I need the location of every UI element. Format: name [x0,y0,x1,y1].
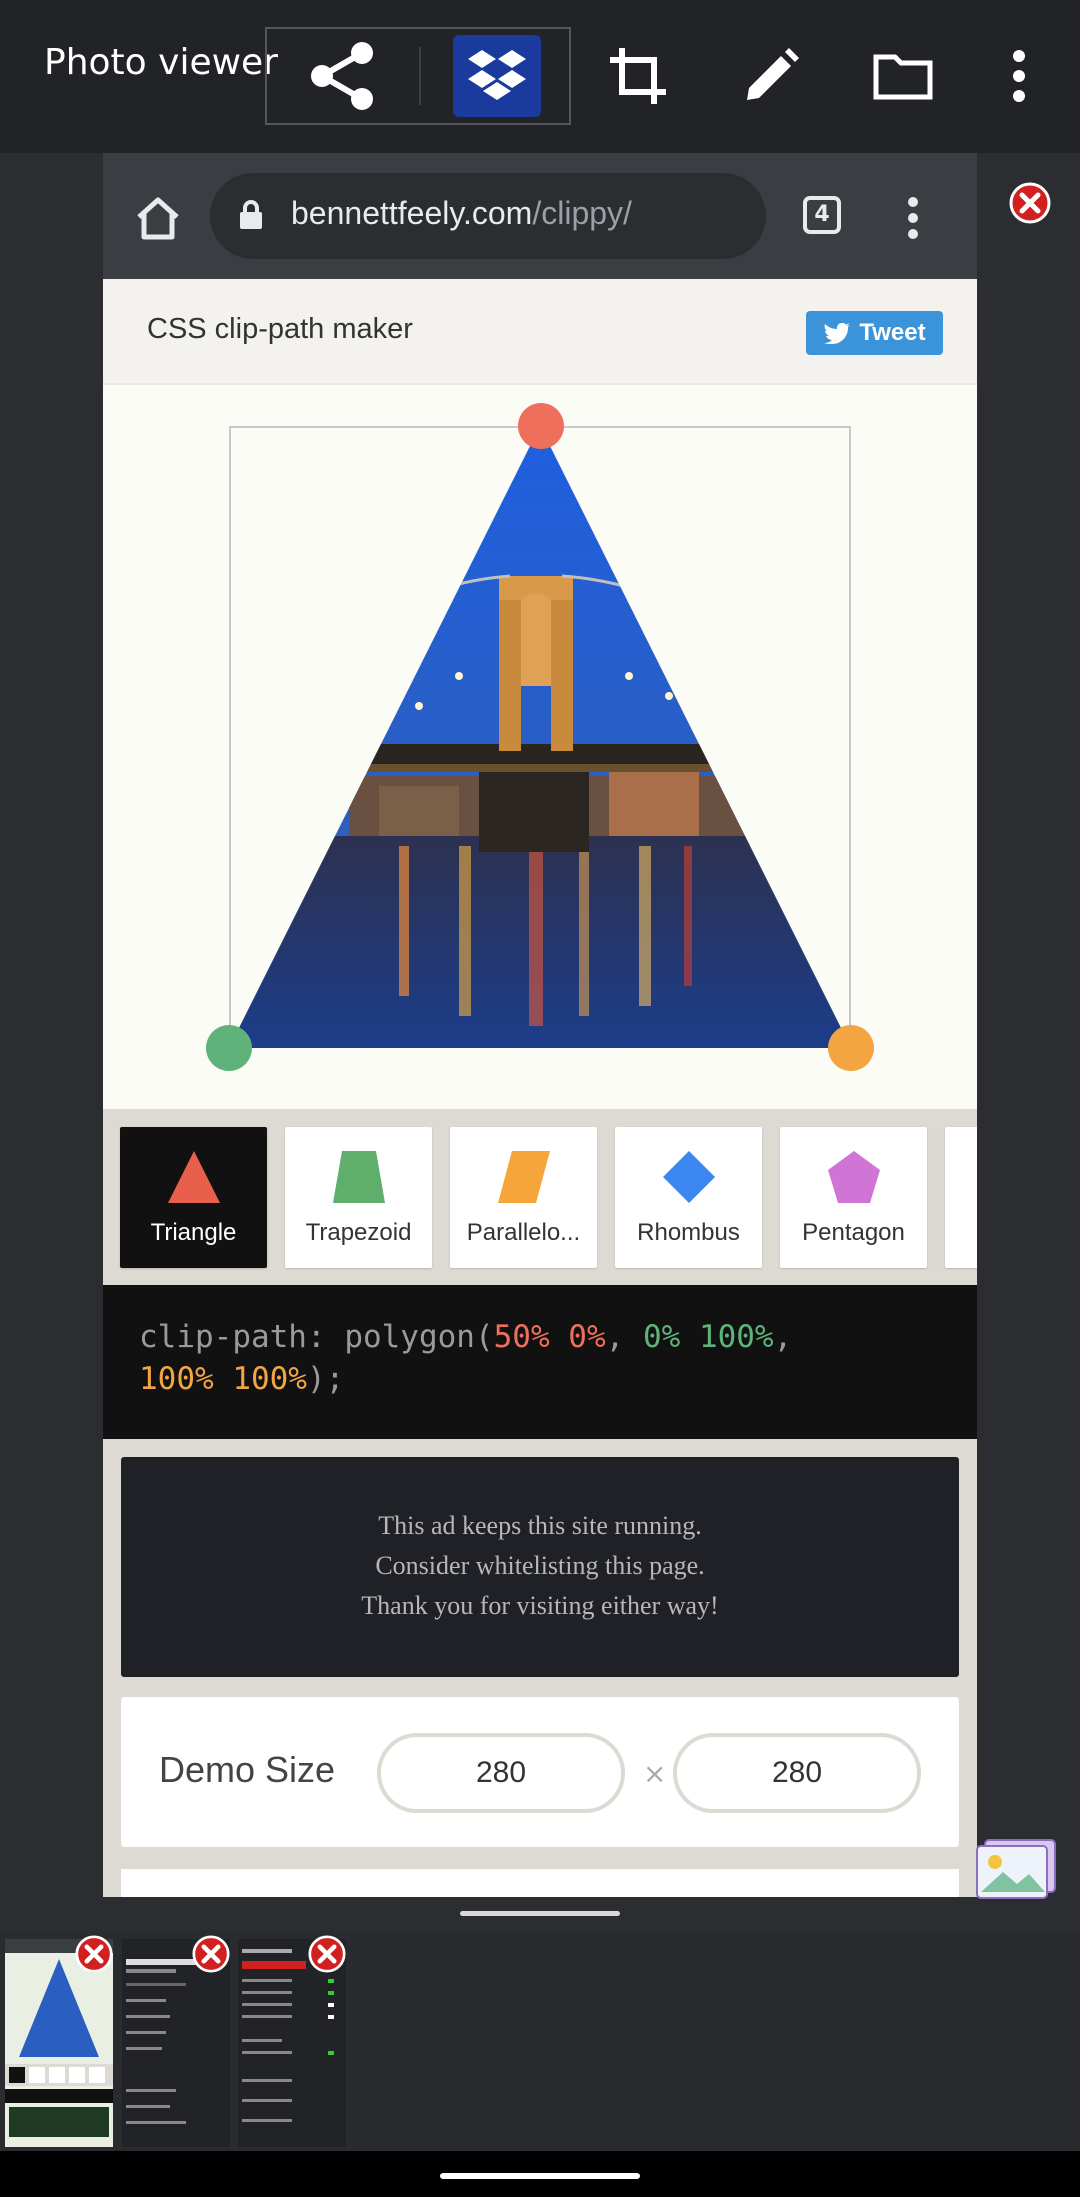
url-bar[interactable]: bennettfeely.com/clippy/ [210,173,766,259]
code-point-3: 100% 100% [139,1361,307,1397]
home-gesture-pill[interactable] [440,2173,640,2179]
lock-icon [240,200,262,229]
site-title: CSS clip-path maker [147,313,413,345]
parallelogram-shape-icon [498,1151,550,1203]
shape-card-next[interactable] [945,1127,977,1268]
home-icon [137,197,179,240]
ad-line-2: Consider whitelisting this page. [375,1551,705,1580]
polygon-handle-left[interactable] [206,1025,252,1071]
clip-path-demo [103,385,977,1109]
rhombus-shape-icon [663,1151,715,1203]
polygon-handle-right[interactable] [828,1025,874,1071]
app-title: Photo viewer [44,42,278,83]
app-more-button[interactable] [979,36,1059,116]
demo-size-panel: Demo Size 280 × 280 [121,1697,959,1847]
web-page: CSS clip-path maker Tweet Triangle Trape… [103,279,977,1897]
times-symbol: × [643,1757,667,1790]
code-point-2: 0% 100% [642,1319,774,1355]
code-line-1: clip-path: polygon(50% 0%, 0% 100%, [139,1319,792,1355]
edit-icon [747,48,799,100]
lower-section: This ad keeps this site running. Conside… [103,1439,977,1897]
shape-label: Trapezoid [305,1219,412,1246]
shape-label: Pentagon [802,1219,905,1246]
demo-height-input[interactable]: 280 [673,1733,921,1813]
share-group [265,27,571,125]
ad-notice: This ad keeps this site running. Conside… [121,1457,959,1677]
drag-handle-bar [460,1911,620,1916]
dropbox-button[interactable] [453,35,541,117]
code-line-2: 100% 100%); [139,1361,344,1397]
tab-switcher-button[interactable]: 4 [803,196,841,234]
tweet-button[interactable]: Tweet [806,311,943,355]
ad-line-3: Thank you for visiting either way! [361,1591,719,1620]
polygon-handle-top[interactable] [518,403,564,449]
trapezoid-shape-icon [333,1151,385,1203]
crop-button[interactable] [598,36,678,116]
twitter-bird-icon [824,323,851,344]
browser-toolbar: bennettfeely.com/clippy/ 4 [103,153,977,279]
pentagon-shape-icon [828,1151,880,1203]
share-button[interactable] [267,29,417,123]
shape-label: Triangle [150,1219,237,1246]
demo-size-label: Demo Size [159,1749,336,1790]
close-thumbnail-1-button[interactable] [75,1935,113,1973]
folder-button[interactable] [863,36,943,116]
url-text: bennettfeely.com/clippy/ [291,195,632,232]
shape-card-pentagon[interactable]: Pentagon [780,1127,927,1268]
more-vertical-icon [908,197,918,239]
crop-icon [610,48,666,104]
system-nav-bar [0,2151,1080,2197]
code-point-1: 50% 0% [493,1319,606,1355]
shape-label: Rhombus [637,1219,740,1246]
site-header: CSS clip-path maker Tweet [103,279,977,385]
share-icon [311,42,373,110]
folder-icon [873,54,933,100]
shapes-selector: Triangle Trapezoid Parallelo... Rhombus … [103,1109,977,1285]
sheet-drag-handle[interactable] [103,1897,977,1931]
shape-card-parallelogram[interactable]: Parallelo... [450,1127,597,1268]
edit-button[interactable] [731,36,811,116]
code-property: clip-path: [139,1319,326,1355]
css-code-output: clip-path: polygon(50% 0%, 0% 100%, 100%… [103,1285,977,1439]
more-vertical-icon [1013,50,1025,102]
close-thumbnail-3-button[interactable] [308,1935,346,1973]
home-button[interactable] [123,183,193,253]
shape-card-trapezoid[interactable]: Trapezoid [285,1127,432,1268]
tweet-label: Tweet [859,319,926,346]
shape-label: Parallelo... [466,1219,581,1246]
shape-card-triangle[interactable]: Triangle [120,1127,267,1268]
shape-card-rhombus[interactable]: Rhombus [615,1127,762,1268]
triangle-shape-icon [168,1151,220,1203]
code-close: ); [306,1361,345,1397]
gallery-button[interactable] [975,1838,1057,1900]
demo-width-input[interactable]: 280 [377,1733,625,1813]
app-toolbar: Photo viewer [0,0,1080,153]
divider [419,47,421,105]
browser-menu-button[interactable] [893,188,933,248]
url-host: bennettfeely.com [291,195,533,231]
close-thumbnail-2-button[interactable] [192,1935,230,1973]
url-path: /clippy/ [532,195,632,231]
thumbnail-strip [0,1931,1080,2151]
ad-line-1: This ad keeps this site running. [378,1511,702,1540]
dropbox-icon [468,50,526,100]
next-panel [121,1869,959,1897]
code-function: polygon( [344,1319,494,1355]
code-comma: , [773,1319,793,1355]
code-comma: , [605,1319,625,1355]
close-image-button[interactable] [1009,182,1051,224]
